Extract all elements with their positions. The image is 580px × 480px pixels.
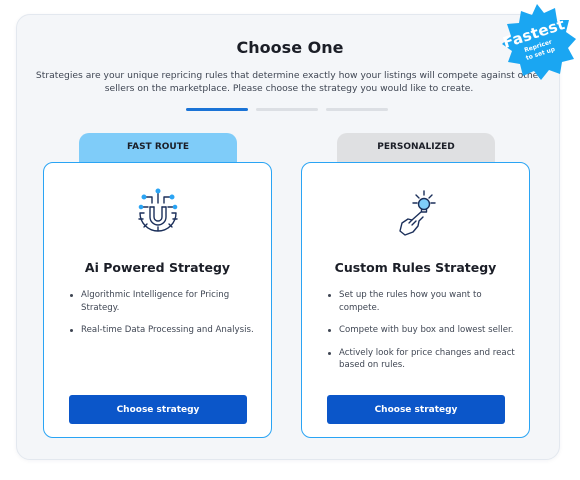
feature-item: Real-time Data Processing and Analysis. (69, 324, 257, 337)
ai-gear-magnet-icon (44, 185, 271, 237)
tab-personalized: PERSONALIZED (337, 133, 495, 163)
progress-step-1 (186, 108, 248, 111)
choose-custom-strategy-button[interactable]: Choose strategy (327, 395, 505, 424)
choose-ai-strategy-button[interactable]: Choose strategy (69, 395, 247, 424)
feature-item: Compete with buy box and lowest seller. (327, 324, 515, 337)
ai-strategy-title: Ai Powered Strategy (84, 260, 231, 275)
page-subtitle: Strategies are your unique repricing rul… (35, 70, 543, 94)
custom-strategy-title: Custom Rules Strategy (334, 260, 497, 275)
custom-feature-list: Set up the rules how you want to compete… (327, 289, 515, 382)
fastest-badge: Fastest Repricer to set up (496, 2, 578, 84)
ai-feature-list: Algorithmic Intelligence for Pricing Str… (69, 289, 257, 347)
custom-strategy-card[interactable]: Custom Rules Strategy Set up the rules h… (301, 162, 530, 438)
feature-item: Algorithmic Intelligence for Pricing Str… (69, 289, 257, 314)
progress-step-2 (256, 108, 318, 111)
progress-step-3 (326, 108, 388, 111)
feature-item: Actively look for price changes and reac… (327, 347, 515, 372)
hand-lightbulb-icon (302, 185, 529, 237)
tab-fast-route: FAST ROUTE (79, 133, 237, 163)
feature-item: Set up the rules how you want to compete… (327, 289, 515, 314)
ai-strategy-card[interactable]: Ai Powered Strategy Algorithmic Intellig… (43, 162, 272, 438)
